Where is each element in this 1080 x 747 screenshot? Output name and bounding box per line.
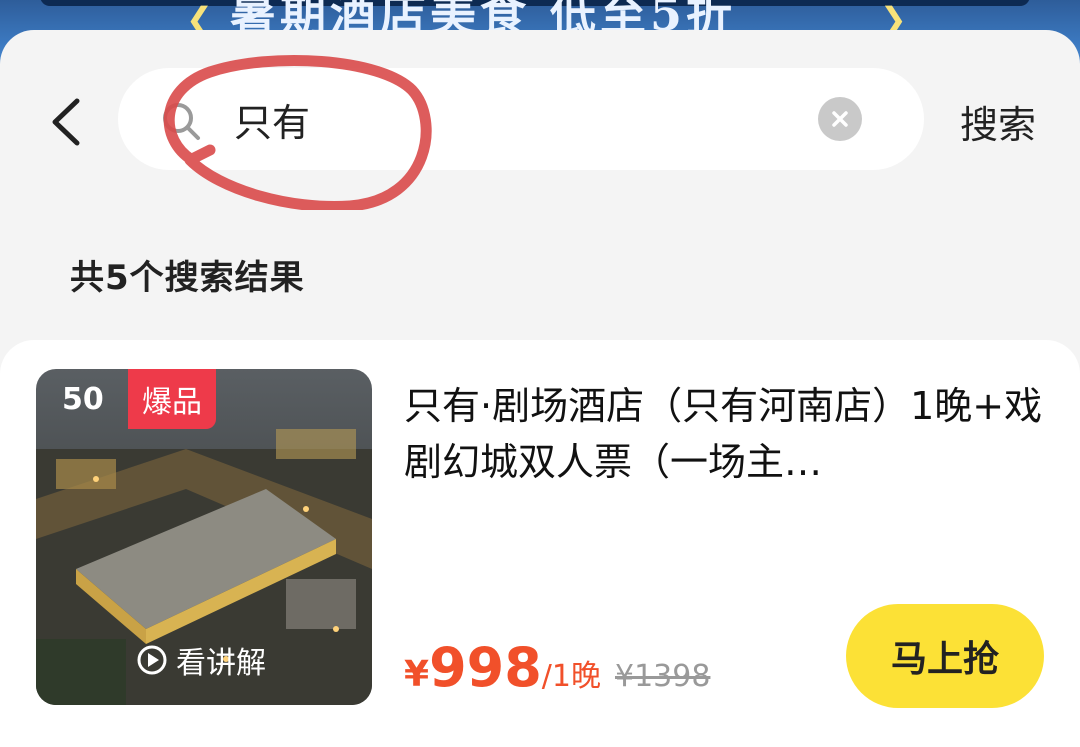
hot-badge: 爆品 — [128, 369, 216, 429]
buy-now-button[interactable]: 马上抢 — [846, 604, 1044, 708]
play-circle-icon — [137, 645, 167, 675]
explain-button[interactable]: 看讲解 — [136, 640, 266, 681]
clear-icon — [832, 111, 848, 127]
price-row: ¥ 998 /1晚 ¥1398 — [404, 636, 710, 699]
back-button[interactable] — [40, 92, 92, 152]
search-input[interactable] — [234, 88, 794, 150]
search-button[interactable]: 搜索 — [960, 94, 1036, 149]
thumbnail-count: 50 — [62, 382, 104, 417]
price-symbol: ¥ — [404, 654, 430, 695]
clear-search-button[interactable] — [818, 97, 862, 141]
price-value: 998 — [429, 636, 542, 699]
explain-label: 看讲解 — [176, 646, 266, 681]
product-title[interactable]: 只有·剧场酒店（只有河南店）1晚+戏剧幻城双人票（一场主… — [404, 378, 1044, 490]
original-price: ¥1398 — [615, 659, 711, 694]
chevron-left-icon — [52, 98, 80, 146]
search-icon — [163, 103, 200, 140]
result-count: 共5个搜索结果 — [70, 258, 305, 298]
price-unit: /1晚 — [541, 659, 601, 694]
